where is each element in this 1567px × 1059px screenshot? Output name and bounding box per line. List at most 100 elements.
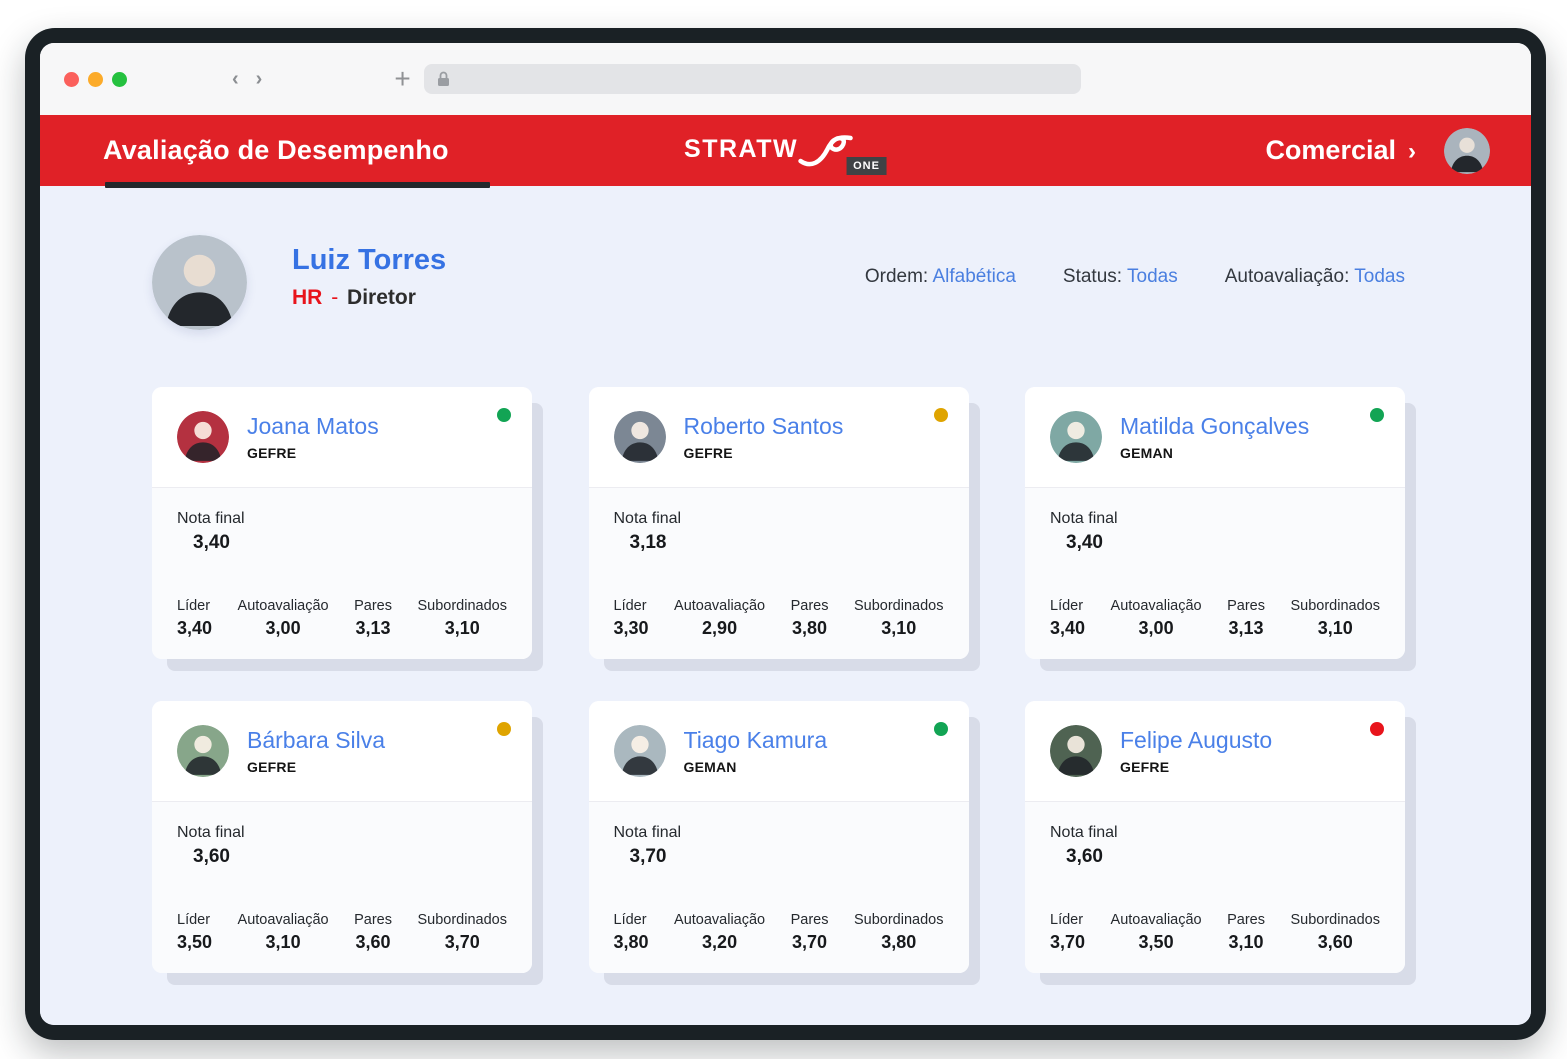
- final-score-label: Nota final: [1050, 510, 1380, 528]
- manager-role: Diretor: [347, 286, 416, 309]
- browser-nav: ‹ ›: [232, 69, 262, 89]
- employee-card-header: Roberto Santos GEFRE: [589, 387, 969, 488]
- manager-department: HR: [292, 286, 322, 309]
- current-user-avatar[interactable]: [1444, 128, 1490, 174]
- status-indicator-dot: [497, 408, 511, 422]
- metric-peers: Pares 3,60: [354, 912, 392, 953]
- final-score-label: Nota final: [614, 510, 944, 528]
- employee-card-scores: Nota final 3,70 Líder 3,80 Autoavaliação…: [589, 802, 969, 973]
- lock-icon: [437, 71, 450, 87]
- metric-subordinates-value: 3,60: [1290, 932, 1380, 953]
- app-header: Avaliação de Desempenho STRATW ONE Comer…: [40, 115, 1531, 186]
- employee-department: GEMAN: [1120, 445, 1309, 461]
- metric-peers-label: Pares: [1227, 912, 1265, 928]
- main-content: Luiz Torres HR - Diretor Ordem: Alfabéti…: [40, 186, 1531, 1025]
- employee-card[interactable]: Matilda Gonçalves GEMAN Nota final 3,40 …: [1025, 387, 1405, 659]
- metric-selfreview-value: 3,00: [238, 618, 329, 639]
- employee-card-header: Bárbara Silva GEFRE: [152, 701, 532, 802]
- department-role-separator: -: [328, 286, 341, 309]
- metric-peers-label: Pares: [354, 598, 392, 614]
- metric-selfreview: Autoavaliação 3,00: [238, 598, 329, 639]
- metric-subordinates-value: 3,10: [417, 618, 507, 639]
- metric-leader: Líder 3,80: [614, 912, 649, 953]
- metric-subordinates: Subordinados 3,70: [417, 912, 507, 953]
- metric-selfreview-value: 3,20: [674, 932, 765, 953]
- employee-card-header: Matilda Gonçalves GEMAN: [1025, 387, 1405, 488]
- filter-order-value[interactable]: Alfabética: [932, 266, 1015, 287]
- employee-name[interactable]: Bárbara Silva: [247, 727, 385, 754]
- employee-card[interactable]: Felipe Augusto GEFRE Nota final 3,60 Líd…: [1025, 701, 1405, 973]
- status-indicator-dot: [1370, 722, 1384, 736]
- address-bar[interactable]: [424, 64, 1081, 94]
- filter-selfreview-value[interactable]: Todas: [1354, 266, 1405, 287]
- forward-icon[interactable]: ›: [256, 69, 263, 89]
- metric-subordinates-value: 3,80: [854, 932, 944, 953]
- browser-window-frame: ‹ › + Avaliação de Desempenho STRATW: [25, 28, 1546, 1040]
- window-controls: [64, 72, 127, 87]
- employee-avatar: [1050, 411, 1102, 463]
- final-score-value: 3,40: [177, 532, 507, 554]
- metric-selfreview: Autoavaliação 3,50: [1111, 912, 1202, 953]
- close-window-button[interactable]: [64, 72, 79, 87]
- stratws-one-logo: STRATW ONE: [684, 131, 887, 171]
- unit-selector[interactable]: Comercial ›: [1265, 135, 1416, 166]
- metric-selfreview-value: 3,10: [238, 932, 329, 953]
- final-score-value: 3,70: [614, 846, 944, 868]
- metric-subordinates: Subordinados 3,80: [854, 912, 944, 953]
- metric-peers-value: 3,60: [354, 932, 392, 953]
- final-score-value: 3,40: [1050, 532, 1380, 554]
- metric-subordinates-label: Subordinados: [854, 598, 944, 614]
- manager-avatar: [152, 235, 247, 330]
- filter-status-label: Status:: [1063, 266, 1122, 287]
- metric-leader: Líder 3,40: [1050, 598, 1085, 639]
- chevron-right-icon: ›: [1408, 138, 1416, 166]
- employee-department: GEFRE: [684, 445, 844, 461]
- metric-leader: Líder 3,70: [1050, 912, 1085, 953]
- metric-subordinates: Subordinados 3,10: [417, 598, 507, 639]
- filter-order-label: Ordem:: [865, 266, 928, 287]
- employee-card-scores: Nota final 3,40 Líder 3,40 Autoavaliação…: [1025, 488, 1405, 659]
- employee-card-header: Tiago Kamura GEMAN: [589, 701, 969, 802]
- employee-name[interactable]: Matilda Gonçalves: [1120, 413, 1309, 440]
- employee-card-scores: Nota final 3,18 Líder 3,30 Autoavaliação…: [589, 488, 969, 659]
- employee-card[interactable]: Tiago Kamura GEMAN Nota final 3,70 Líder…: [589, 701, 969, 973]
- metric-subordinates-label: Subordinados: [1290, 912, 1380, 928]
- maximize-window-button[interactable]: [112, 72, 127, 87]
- metric-peers: Pares 3,70: [791, 912, 829, 953]
- title-underline: [105, 182, 490, 188]
- employee-name[interactable]: Roberto Santos: [684, 413, 844, 440]
- metric-selfreview-label: Autoavaliação: [1111, 598, 1202, 614]
- browser-chrome: ‹ › +: [40, 43, 1531, 115]
- manager-name: Luiz Torres: [292, 244, 446, 277]
- employee-card[interactable]: Joana Matos GEFRE Nota final 3,40 Líder …: [152, 387, 532, 659]
- employee-card[interactable]: Bárbara Silva GEFRE Nota final 3,60 Líde…: [152, 701, 532, 973]
- employee-name[interactable]: Felipe Augusto: [1120, 727, 1272, 754]
- back-icon[interactable]: ‹: [232, 69, 239, 89]
- filter-status-value[interactable]: Todas: [1127, 266, 1178, 287]
- employee-name[interactable]: Joana Matos: [247, 413, 379, 440]
- minimize-window-button[interactable]: [88, 72, 103, 87]
- browser-window: ‹ › + Avaliação de Desempenho STRATW: [40, 43, 1531, 1025]
- final-score-label: Nota final: [177, 824, 507, 842]
- employee-card-header: Felipe Augusto GEFRE: [1025, 701, 1405, 802]
- status-indicator-dot: [934, 408, 948, 422]
- cards-grid: Joana Matos GEFRE Nota final 3,40 Líder …: [152, 387, 1405, 973]
- employee-department: GEFRE: [247, 759, 385, 775]
- employee-department: GEMAN: [684, 759, 828, 775]
- filter-selfreview: Autoavaliação: Todas: [1225, 266, 1405, 288]
- metric-peers-value: 3,13: [354, 618, 392, 639]
- metric-peers-value: 3,70: [791, 932, 829, 953]
- metric-subordinates: Subordinados 3,10: [854, 598, 944, 639]
- employee-avatar: [614, 411, 666, 463]
- metric-peers-label: Pares: [1227, 598, 1265, 614]
- final-score-value: 3,60: [1050, 846, 1380, 868]
- metric-selfreview: Autoavaliação 3,10: [238, 912, 329, 953]
- employee-name[interactable]: Tiago Kamura: [684, 727, 828, 754]
- employee-avatar: [614, 725, 666, 777]
- new-tab-icon[interactable]: +: [394, 65, 410, 93]
- metric-subordinates-label: Subordinados: [417, 912, 507, 928]
- employee-card[interactable]: Roberto Santos GEFRE Nota final 3,18 Líd…: [589, 387, 969, 659]
- filter-selfreview-label: Autoavaliação:: [1225, 266, 1350, 287]
- metric-leader-label: Líder: [177, 912, 212, 928]
- metric-subordinates-label: Subordinados: [1290, 598, 1380, 614]
